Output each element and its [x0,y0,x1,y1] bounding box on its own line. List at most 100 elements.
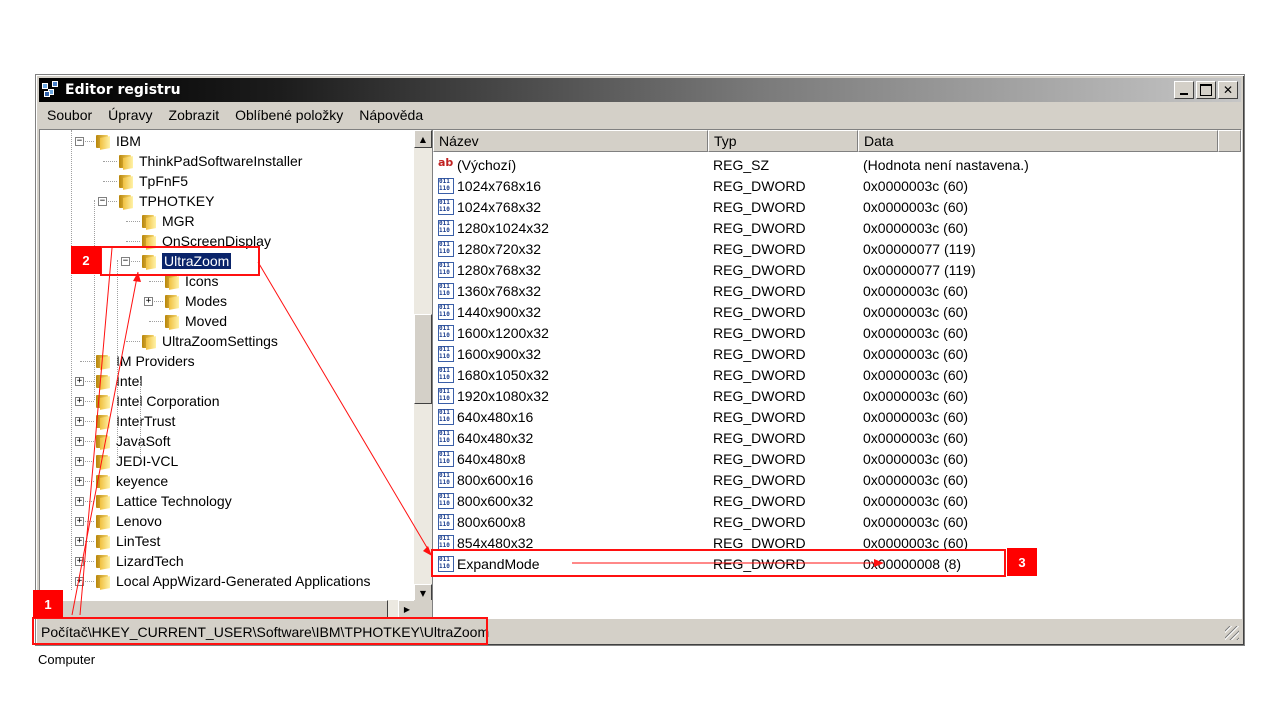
value-row[interactable]: 640x480x32 REG_DWORD 0x0000003c (60) [433,427,1233,448]
menu-oblibene[interactable]: Oblíbené položky [227,107,351,123]
tree-item[interactable]: LizardTech [94,551,184,571]
value-data: 0x0000003c (60) [863,429,969,446]
folder-icon [94,454,112,469]
column-header-type[interactable]: Typ [708,130,858,152]
tree-item[interactable]: keyence [94,471,168,491]
value-row[interactable]: 1360x768x32 REG_DWORD 0x0000003c (60) [433,280,1233,301]
tree-item[interactable]: TpFnF5 [117,171,188,191]
minimize-button[interactable] [1174,81,1194,99]
value-row[interactable]: 640x480x8 REG_DWORD 0x0000003c (60) [433,448,1233,469]
key-tree-pane[interactable]: − IBM ThinkPadSoftwareInstaller TpFnF5 − TPHO… [39,129,433,619]
close-button[interactable]: ✕ [1218,81,1238,99]
expand-icon[interactable]: + [75,377,84,386]
value-data: 0x00000077 (119) [863,261,976,278]
dword-value-icon [438,177,454,194]
tree-hscroll-thumb[interactable] [58,600,388,618]
tree-item-label: Intel Corporation [116,393,220,409]
value-row[interactable]: 640x480x16 REG_DWORD 0x0000003c (60) [433,406,1233,427]
dword-value-icon [438,492,454,509]
tree-item[interactable]: MGR [140,211,195,231]
tree-vertical-scrollbar[interactable]: ▲ ▼ [414,130,432,602]
expand-icon[interactable]: + [144,297,153,306]
value-row[interactable]: 800x600x8 REG_DWORD 0x0000003c (60) [433,511,1233,532]
value-data: 0x0000003c (60) [863,450,969,467]
value-name-cell: 640x480x8 [438,450,526,467]
tree-item[interactable]: LinTest [94,531,160,551]
value-row[interactable]: 1280x768x32 REG_DWORD 0x00000077 (119) [433,259,1233,280]
expand-icon[interactable]: + [75,417,84,426]
resize-grip[interactable] [1225,626,1239,640]
collapse-icon[interactable]: − [98,197,107,206]
value-row[interactable]: 1680x1050x32 REG_DWORD 0x0000003c (60) [433,364,1233,385]
value-data: 0x0000003c (60) [863,366,969,383]
tree-item[interactable]: Lattice Technology [94,491,232,511]
tree-guide-line [71,130,72,590]
value-row[interactable]: 800x600x32 REG_DWORD 0x0000003c (60) [433,490,1233,511]
menu-bar: Soubor Úpravy Zobrazit Oblíbené položky … [39,104,431,126]
value-row[interactable]: 1600x900x32 REG_DWORD 0x0000003c (60) [433,343,1233,364]
menu-upravy[interactable]: Úpravy [100,107,160,123]
tree-item[interactable]: Moved [163,311,227,331]
value-name: 1680x1050x32 [457,366,549,383]
tree-item-label: MGR [162,213,195,229]
value-row[interactable]: 800x600x16 REG_DWORD 0x0000003c (60) [433,469,1233,490]
expand-icon[interactable]: + [75,477,84,486]
tree-item[interactable]: JEDI-VCL [94,451,178,471]
value-name: 1280x1024x32 [457,219,549,236]
tree-item-label: IBM [116,133,141,149]
values-list-pane[interactable]: Název Typ Data (Výchozí) REG_SZ (Hodnota n… [432,129,1242,619]
expand-icon[interactable]: + [75,457,84,466]
value-row[interactable]: 1024x768x32 REG_DWORD 0x0000003c (60) [433,196,1233,217]
value-row[interactable]: 1024x768x16 REG_DWORD 0x0000003c (60) [433,175,1233,196]
tree-item[interactable]: InterTrust [94,411,175,431]
scroll-up-button[interactable]: ▲ [414,130,432,148]
value-name-cell: 800x600x16 [438,471,533,488]
title-bar[interactable]: Editor registru ✕ [39,78,1241,102]
maximize-button[interactable] [1196,81,1216,99]
tree-item-label: Moved [185,313,228,329]
value-row[interactable]: 1920x1080x32 REG_DWORD 0x0000003c (60) [433,385,1233,406]
tree-horizontal-scrollbar[interactable]: ◀ ▶ [40,600,416,618]
expand-icon[interactable]: + [75,397,84,406]
value-row[interactable]: 1600x1200x32 REG_DWORD 0x0000003c (60) [433,322,1233,343]
string-value-icon [438,156,454,173]
expand-icon[interactable]: + [75,437,84,446]
value-row[interactable]: 1280x1024x32 REG_DWORD 0x0000003c (60) [433,217,1233,238]
value-row[interactable]: (Výchozí) REG_SZ (Hodnota není nastavena.) [433,154,1233,175]
tree-item[interactable]: Lenovo [94,511,162,531]
tree-item[interactable]: UltraZoomSettings [140,331,278,351]
expand-icon[interactable]: + [75,537,84,546]
tree-item[interactable]: IBM [94,131,141,151]
column-header-name[interactable]: Název [433,130,708,152]
tree-item[interactable]: JavaSoft [94,431,170,451]
tree-item[interactable]: IM Providers [94,351,195,371]
value-row[interactable]: 1440x900x32 REG_DWORD 0x0000003c (60) [433,301,1233,322]
menu-zobrazit[interactable]: Zobrazit [161,107,228,123]
menu-soubor[interactable]: Soubor [39,107,100,123]
collapse-icon[interactable]: − [75,137,84,146]
tree-item[interactable]: ThinkPadSoftwareInstaller [117,151,302,171]
badge-3: 3 [1007,548,1037,576]
value-type: REG_DWORD [713,471,806,488]
tree-item[interactable]: TPHOTKEY [117,191,214,211]
tree-item[interactable]: Intel [94,371,142,391]
expand-icon[interactable]: + [75,517,84,526]
tree-connector [149,281,163,282]
menu-napoveda[interactable]: Nápověda [351,107,431,123]
value-row[interactable]: 1280x720x32 REG_DWORD 0x00000077 (119) [433,238,1233,259]
dword-value-icon [438,324,454,341]
folder-icon [94,574,112,589]
expand-icon[interactable]: + [75,557,84,566]
tree-item[interactable]: Local AppWizard-Generated Applications [94,571,370,591]
expand-icon[interactable]: + [75,497,84,506]
tree-item-label: TPHOTKEY [139,193,215,209]
folder-icon [163,294,181,309]
expand-icon[interactable]: + [75,577,84,586]
tree-item[interactable]: Intel Corporation [94,391,220,411]
folder-icon [94,474,112,489]
value-name-cell: (Výchozí) [438,156,516,173]
dword-value-icon [438,513,454,530]
tree-item[interactable]: Modes [163,291,227,311]
tree-vscroll-thumb[interactable] [414,314,432,404]
column-header-data[interactable]: Data [858,130,1218,152]
